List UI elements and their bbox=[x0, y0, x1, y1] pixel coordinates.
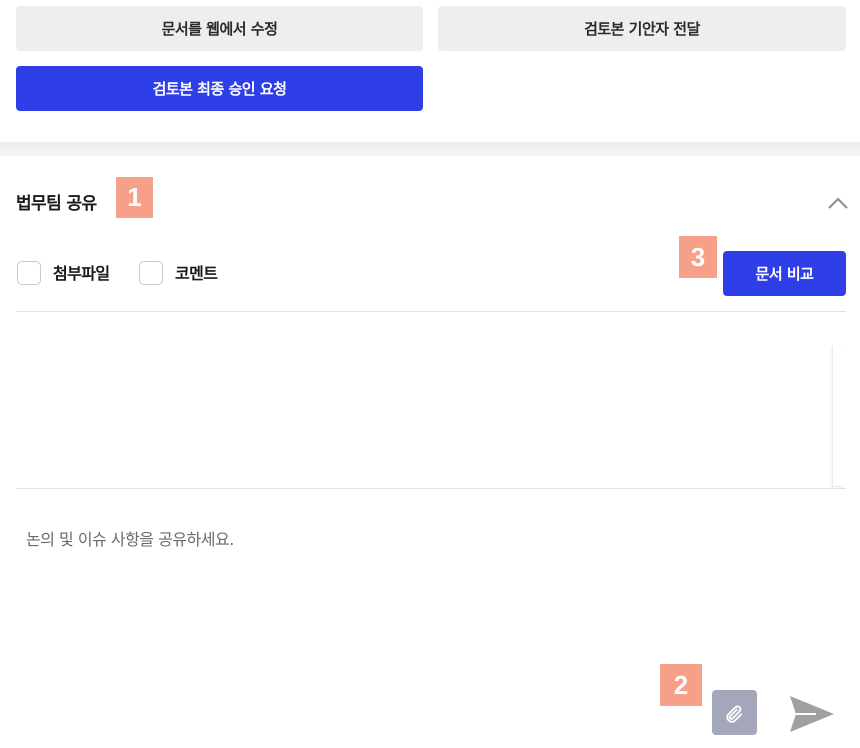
paperclip-icon bbox=[725, 705, 742, 723]
send-icon[interactable] bbox=[786, 692, 838, 736]
action-panel: 문서를 웹에서 수정 검토본 기안자 전달 검토본 최종 승인 요청 bbox=[0, 0, 860, 142]
compare-documents-button[interactable]: 문서 비교 bbox=[723, 251, 846, 296]
attachments-label: 첨부파일 bbox=[53, 264, 110, 283]
attachments-checkbox[interactable] bbox=[17, 261, 41, 285]
section-title: 법무팀 공유 bbox=[16, 194, 97, 214]
comments-checkbox[interactable] bbox=[139, 261, 163, 285]
annotation-badge-3: 3 bbox=[679, 236, 717, 278]
comment-input[interactable] bbox=[16, 510, 836, 640]
divider-bottom bbox=[16, 488, 846, 489]
attach-file-button[interactable] bbox=[712, 690, 757, 735]
comments-label: 코멘트 bbox=[175, 264, 218, 283]
list-scrollbar[interactable] bbox=[832, 346, 845, 487]
send-to-drafter-button[interactable]: 검토본 기안자 전달 bbox=[438, 6, 846, 51]
chevron-up-icon[interactable] bbox=[826, 195, 850, 211]
annotation-badge-1: 1 bbox=[116, 177, 153, 218]
request-final-approval-button[interactable]: 검토본 최종 승인 요청 bbox=[16, 66, 423, 111]
annotation-badge-2: 2 bbox=[660, 664, 702, 706]
section-separator bbox=[0, 142, 860, 156]
edit-on-web-button[interactable]: 문서를 웹에서 수정 bbox=[16, 6, 423, 51]
shared-items-list[interactable] bbox=[16, 312, 846, 488]
